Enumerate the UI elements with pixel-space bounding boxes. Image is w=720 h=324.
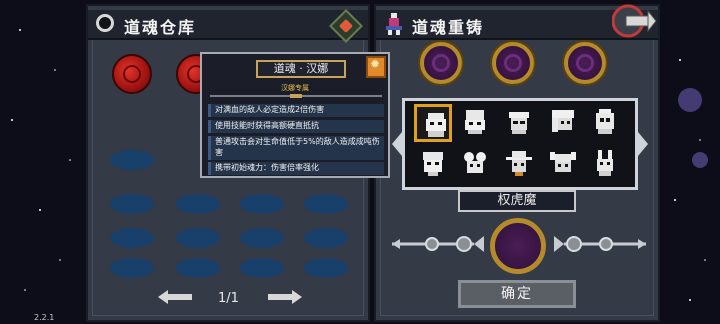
empty-slot[interactable] — [176, 258, 220, 278]
empty-slot[interactable] — [304, 194, 348, 214]
prev-page-button[interactable] — [158, 290, 192, 304]
divider-ornament — [210, 94, 382, 98]
rabbit-portrait-icon — [597, 150, 613, 176]
reforge-result-socket[interactable] — [490, 218, 546, 274]
character-icon — [386, 13, 402, 35]
storage-header: 道魂仓库 — [88, 9, 368, 43]
circle-icon — [96, 14, 114, 32]
character-portrait[interactable] — [456, 104, 494, 142]
gem-icon[interactable] — [329, 9, 363, 43]
empty-slot[interactable] — [304, 258, 348, 278]
empty-slot[interactable] — [240, 228, 284, 248]
confirm-button[interactable]: 确定 — [458, 280, 576, 308]
empty-slot[interactable] — [110, 194, 154, 214]
helmet-portrait-icon — [596, 109, 614, 134]
tooltip-title: 道魂 · 汉娜 — [256, 60, 346, 78]
tooltip-subtitle: 汉娜专属 — [281, 84, 309, 92]
viking-portrait-icon — [550, 152, 576, 172]
tooltip-effect-line: 携带初始魂力：伤害倍率强化 — [208, 162, 384, 175]
tooltip-effect-line: 使用技能时获得高额硬直抵抗 — [208, 120, 384, 133]
empty-slot[interactable] — [240, 194, 284, 214]
mask-portrait-icon — [423, 152, 443, 176]
empty-slot[interactable] — [240, 258, 284, 278]
knight-portrait-icon — [426, 113, 446, 137]
soul-tooltip: 道魂 · 汉娜 汉娜专属 对满血的敌人必定造成2倍伤害 使用技能时获得高额硬直抵… — [200, 52, 390, 178]
tooltip-effect-line: 对满血的敌人必定造成2倍伤害 — [208, 104, 384, 117]
character-portrait[interactable] — [544, 104, 582, 142]
left-wand-ornament — [392, 236, 484, 252]
tooltip-effect-line: 普通攻击会对生命值低于5%的敌人造成成吨伤害 — [208, 136, 384, 160]
page-indicator: 1/1 — [218, 291, 239, 306]
right-wand-ornament — [554, 236, 646, 252]
next-page-button[interactable] — [268, 290, 302, 304]
empty-slot[interactable] — [110, 150, 154, 170]
character-portrait[interactable] — [456, 146, 494, 184]
character-portrait[interactable] — [586, 146, 624, 184]
character-portrait[interactable] — [500, 146, 538, 184]
character-portrait-selected[interactable] — [414, 104, 452, 142]
character-portrait[interactable] — [544, 146, 582, 184]
reforge-title: 道魂重铸 — [412, 18, 485, 37]
bandana-portrait-icon — [509, 112, 529, 134]
selected-character-name: 权虎魔 — [458, 190, 576, 212]
character-portrait[interactable] — [500, 104, 538, 142]
flower-portrait-icon — [464, 152, 486, 173]
storage-title: 道魂仓库 — [124, 18, 197, 37]
grid-left-arrow — [392, 132, 402, 156]
cowboy-portrait-icon — [506, 151, 532, 176]
hair-portrait-icon — [552, 110, 574, 132]
character-portrait[interactable] — [586, 104, 624, 142]
reforge-socket-3[interactable] — [564, 42, 606, 84]
back-arrow-icon[interactable] — [612, 4, 656, 38]
grid-right-arrow — [638, 132, 648, 156]
hood-portrait-icon — [465, 110, 485, 134]
reforge-socket-1[interactable] — [420, 42, 462, 84]
empty-slot[interactable] — [176, 194, 220, 214]
version-label: 2.2.1 — [34, 313, 55, 322]
empty-slot[interactable] — [110, 228, 154, 248]
empty-slot[interactable] — [304, 228, 348, 248]
character-portrait[interactable] — [414, 146, 452, 184]
empty-slot[interactable] — [176, 228, 220, 248]
soul-item-red-1[interactable] — [112, 54, 152, 94]
empty-slot[interactable] — [110, 258, 154, 278]
reforge-socket-2[interactable] — [492, 42, 534, 84]
badge-icon — [366, 56, 386, 78]
